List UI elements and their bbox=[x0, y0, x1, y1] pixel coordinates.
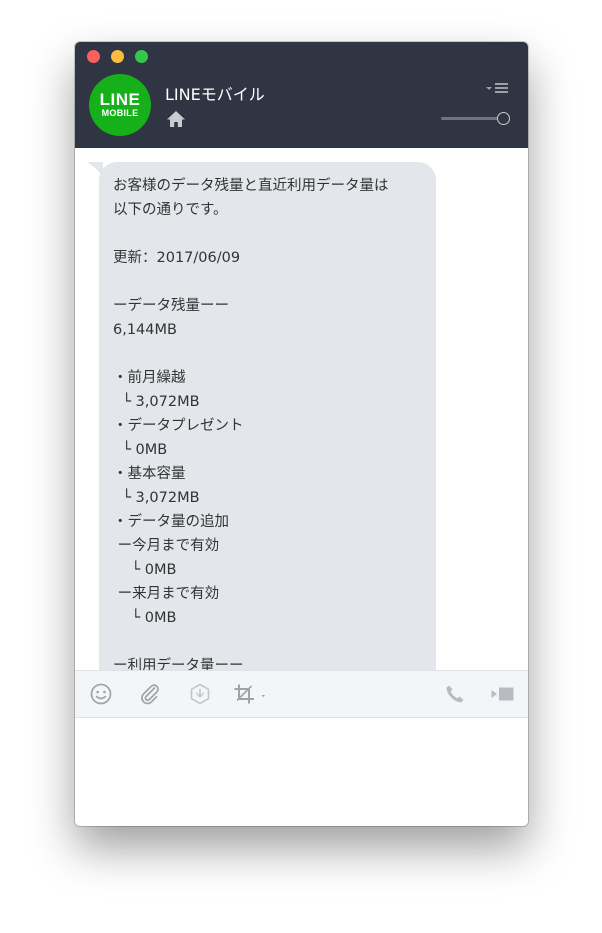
message-line: └ 3,072MB bbox=[113, 490, 200, 506]
logo-line1: LINE bbox=[99, 90, 141, 109]
avatar[interactable]: LINE MOBILE bbox=[89, 74, 151, 136]
message-line: ・基本容量 bbox=[113, 466, 186, 482]
logo-line2: MOBILE bbox=[101, 108, 139, 118]
message-line: └ 0MB bbox=[113, 610, 177, 626]
crop-icon[interactable] bbox=[233, 683, 271, 705]
message-line: └ 0MB bbox=[113, 562, 177, 578]
message-line: お客様のデータ残量と直近利用データ量は bbox=[113, 178, 389, 194]
menu-icon[interactable] bbox=[485, 82, 509, 94]
message-line bbox=[113, 630, 433, 654]
maximize-window-button[interactable] bbox=[135, 50, 148, 63]
message-line: ー今月まで有効 bbox=[113, 538, 220, 554]
message-line: ー利用データ量ーー bbox=[113, 658, 244, 670]
home-icon[interactable] bbox=[166, 110, 186, 128]
message-line: ・前月繰越 bbox=[113, 370, 186, 386]
video-call-icon[interactable] bbox=[489, 683, 517, 705]
message-line: ・データプレゼント bbox=[113, 418, 244, 434]
close-window-button[interactable] bbox=[87, 50, 100, 63]
message-toolbar bbox=[75, 670, 528, 718]
message-line: └ 0MB bbox=[113, 442, 168, 458]
slider-knob[interactable] bbox=[497, 112, 510, 125]
chat-messages[interactable]: お客様のデータ残量と直近利用データ量は 以下の通りです。 更新：2017/06/0… bbox=[75, 148, 528, 670]
message-line bbox=[113, 342, 433, 366]
message-line bbox=[113, 270, 433, 294]
message-bubble[interactable]: お客様のデータ残量と直近利用データ量は 以下の通りです。 更新：2017/06/0… bbox=[99, 162, 436, 670]
emoji-icon[interactable] bbox=[89, 683, 113, 705]
attachment-icon[interactable] bbox=[138, 683, 162, 705]
header-slider[interactable] bbox=[441, 112, 511, 126]
minimize-window-button[interactable] bbox=[111, 50, 124, 63]
message-line bbox=[113, 222, 433, 246]
message-line: ーデータ残量ーー bbox=[113, 298, 229, 314]
message-line: 更新：2017/06/09 bbox=[113, 250, 241, 266]
message-line: 以下の通りです。 bbox=[113, 202, 228, 218]
message-text: お客様のデータ残量と直近利用データ量は 以下の通りです。 更新：2017/06/0… bbox=[113, 174, 433, 670]
phone-icon[interactable] bbox=[444, 683, 466, 705]
chat-header: LINE MOBILE LINEモバイル bbox=[75, 42, 528, 148]
slider-track bbox=[441, 117, 503, 120]
download-icon[interactable] bbox=[188, 683, 212, 705]
message-line: 6,144MB bbox=[113, 322, 177, 338]
message-input[interactable] bbox=[75, 718, 528, 826]
message-line: └ 3,072MB bbox=[113, 394, 200, 410]
chat-window: LINE MOBILE LINEモバイル お客様のデータ残量と直近利用データ量は… bbox=[75, 42, 528, 826]
message-line: ・データ量の追加 bbox=[113, 514, 229, 530]
message-line: ー来月まで有効 bbox=[113, 586, 220, 602]
chat-title: LINEモバイル bbox=[165, 85, 265, 104]
